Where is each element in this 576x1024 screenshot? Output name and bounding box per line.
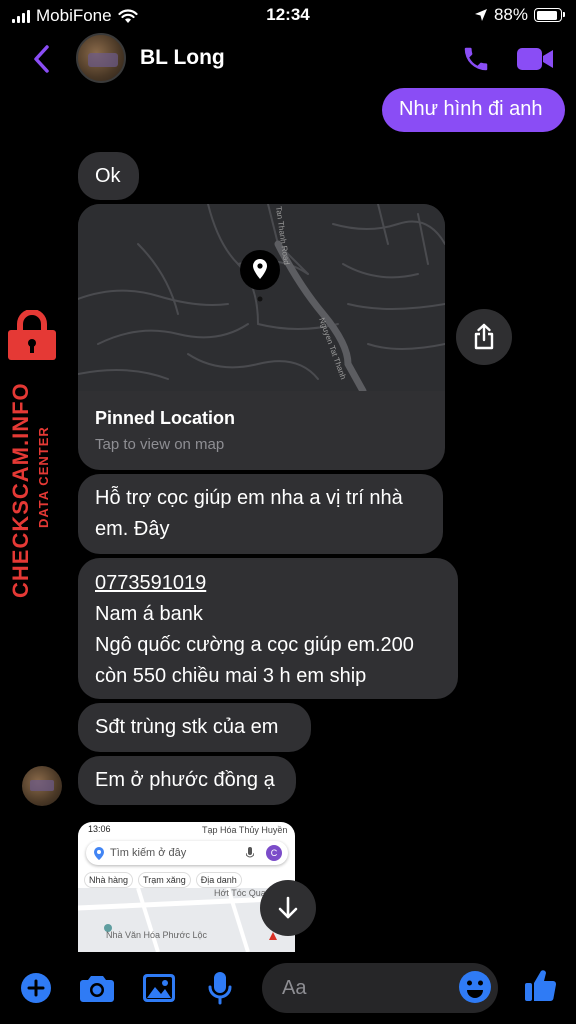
thumbnail-search-placeholder: Tìm kiếm ở đây — [110, 847, 187, 859]
message-line: Nam á bank — [95, 603, 203, 625]
message-line: còn 550 chiều mai 3 h em ship — [95, 665, 367, 687]
chevron-left-icon — [34, 45, 49, 73]
share-button[interactable] — [456, 309, 512, 365]
watermark-text: CHECKSCAM.INFO — [8, 382, 33, 598]
location-title: Pinned Location — [95, 408, 236, 428]
battery-percent: 88% — [493, 5, 528, 24]
emoji-icon[interactable] — [458, 970, 492, 1004]
battery-icon — [534, 8, 565, 22]
location-arrow-icon — [474, 9, 487, 21]
thumbnail-map-label: Nhà Văn Hóa Phước Lộc — [106, 930, 207, 940]
thumbnail-chip: Trạm xăng — [138, 872, 191, 888]
thumbnail-account-avatar: C — [266, 845, 282, 861]
camera-icon — [80, 976, 114, 1002]
arrow-down-icon — [278, 896, 298, 919]
received-message[interactable]: Ok — [78, 152, 139, 200]
plus-icon — [21, 973, 51, 1003]
thumbnail-search-bar: Tìm kiếm ở đây C — [86, 841, 288, 865]
sent-message[interactable]: Như hình đi anh — [382, 88, 565, 132]
thumbnail-time: 13:06 — [88, 824, 111, 834]
location-subtitle: Tap to view on map — [95, 436, 225, 453]
microphone-icon — [208, 972, 232, 1005]
contact-name[interactable]: BL Long — [140, 46, 225, 70]
battery-level — [536, 10, 557, 20]
map-pin-icon — [94, 846, 104, 860]
add-button[interactable] — [16, 968, 56, 1008]
image-attachment[interactable]: 13:06 Tạp Hóa Thủy Huyền Tìm kiếm ở đây … — [78, 822, 295, 952]
share-icon — [474, 323, 494, 350]
received-message[interactable]: Hỗ trợ cọc giúp em nha a vị trí nhà em. … — [78, 474, 443, 554]
sender-avatar — [22, 766, 62, 806]
image-icon — [143, 974, 175, 1002]
received-message[interactable]: Sđt trùng stk của em — [78, 703, 311, 752]
voice-call-button[interactable] — [456, 40, 496, 78]
received-message[interactable]: 0773591019 Nam á bank Ngô quốc cường a c… — [78, 558, 458, 699]
phone-number-link[interactable]: 0773591019 — [95, 568, 441, 599]
voice-message-button[interactable] — [200, 968, 240, 1008]
lock-icon — [8, 310, 56, 360]
status-bar: MobiFone 12:34 88% — [0, 0, 576, 30]
thumbnail-chips: Nhà hàng Trạm xăng Địa danh — [84, 872, 242, 888]
contact-avatar[interactable] — [76, 33, 126, 83]
video-call-button[interactable] — [514, 40, 556, 78]
like-button[interactable] — [520, 966, 560, 1006]
composer-bar: Aa — [0, 952, 576, 1024]
thumbs-up-icon — [525, 970, 557, 1001]
chat-header: BL Long — [0, 30, 576, 88]
thumbnail-chip: Nhà hàng — [84, 872, 134, 888]
scroll-to-bottom-button[interactable] — [260, 880, 316, 936]
microphone-icon — [246, 847, 254, 858]
thumbnail-chip: Địa danh — [195, 872, 242, 888]
watermark: CHECKSCAM.INFO DATA CENTER — [0, 310, 64, 598]
location-card[interactable]: Tan Thanh Road Nguyen Tat Thanh Pinned L… — [78, 204, 445, 470]
camera-button[interactable] — [77, 968, 117, 1008]
back-button[interactable] — [26, 42, 56, 76]
received-message[interactable]: Em ở phước đồng ạ — [78, 756, 296, 805]
phone-icon — [464, 47, 488, 71]
map-preview[interactable]: Tan Thanh Road Nguyen Tat Thanh — [78, 204, 445, 395]
gallery-button[interactable] — [139, 968, 179, 1008]
message-input-placeholder: Aa — [282, 976, 307, 999]
watermark-subtext: DATA CENTER — [36, 426, 51, 528]
video-camera-icon — [517, 48, 553, 70]
thumbnail-place-label: Tạp Hóa Thủy Huyền — [202, 825, 288, 835]
map-roads — [78, 204, 445, 395]
message-line: Ngô quốc cường a cọc giúp em.200 — [95, 634, 414, 656]
